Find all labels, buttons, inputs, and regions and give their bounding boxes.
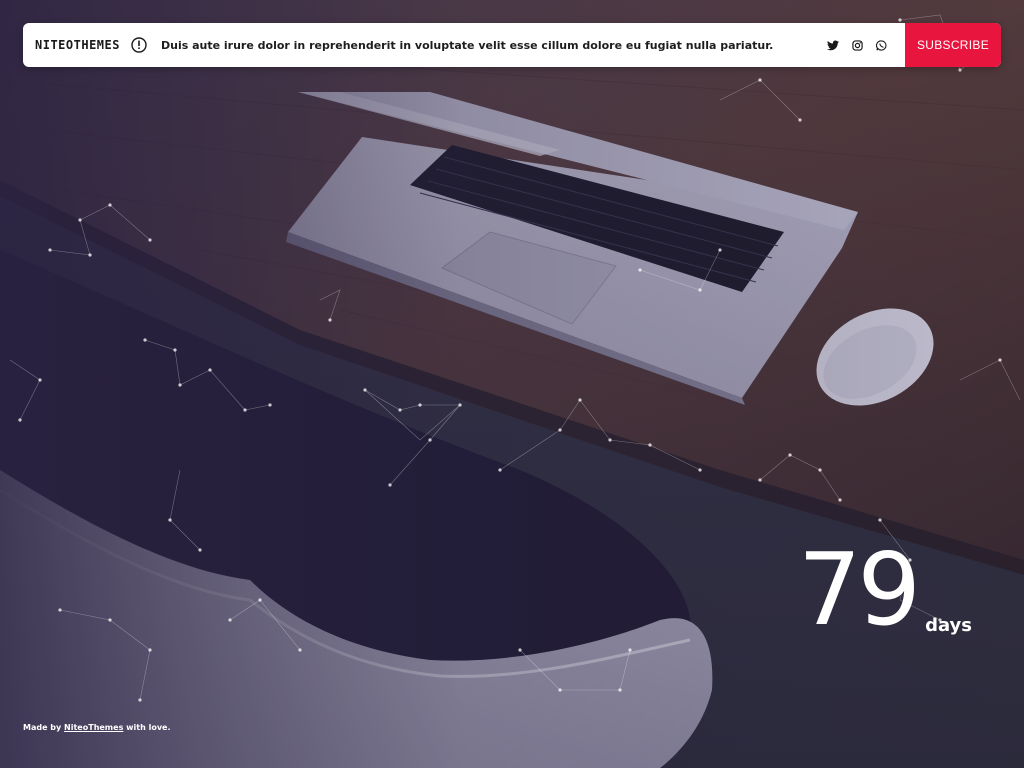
countdown-value: 79 [797, 531, 921, 648]
logo[interactable]: NITEOTHEMES [35, 38, 120, 52]
footer-prefix: Made by [23, 723, 62, 732]
footer-link[interactable]: NiteoThemes [64, 723, 123, 732]
page-stage: NITEOTHEMES Duis aute irure dolor in rep… [0, 0, 1024, 768]
twitter-icon[interactable] [827, 39, 839, 51]
background-photo [0, 0, 1024, 768]
whatsapp-icon[interactable] [875, 39, 887, 51]
top-bar: NITEOTHEMES Duis aute irure dolor in rep… [23, 23, 1001, 67]
subscribe-button[interactable]: SUBSCRIBE [905, 23, 1001, 67]
countdown: 79 days [798, 540, 972, 640]
social-links [827, 39, 887, 51]
announcement-text: Duis aute irure dolor in reprehenderit i… [160, 38, 774, 52]
countdown-unit: days [925, 615, 972, 636]
footer-suffix: with love. [126, 723, 171, 732]
info-circle-icon [131, 37, 147, 53]
footer-credit: Made by NiteoThemes with love. [23, 723, 171, 732]
instagram-icon[interactable] [851, 39, 863, 51]
